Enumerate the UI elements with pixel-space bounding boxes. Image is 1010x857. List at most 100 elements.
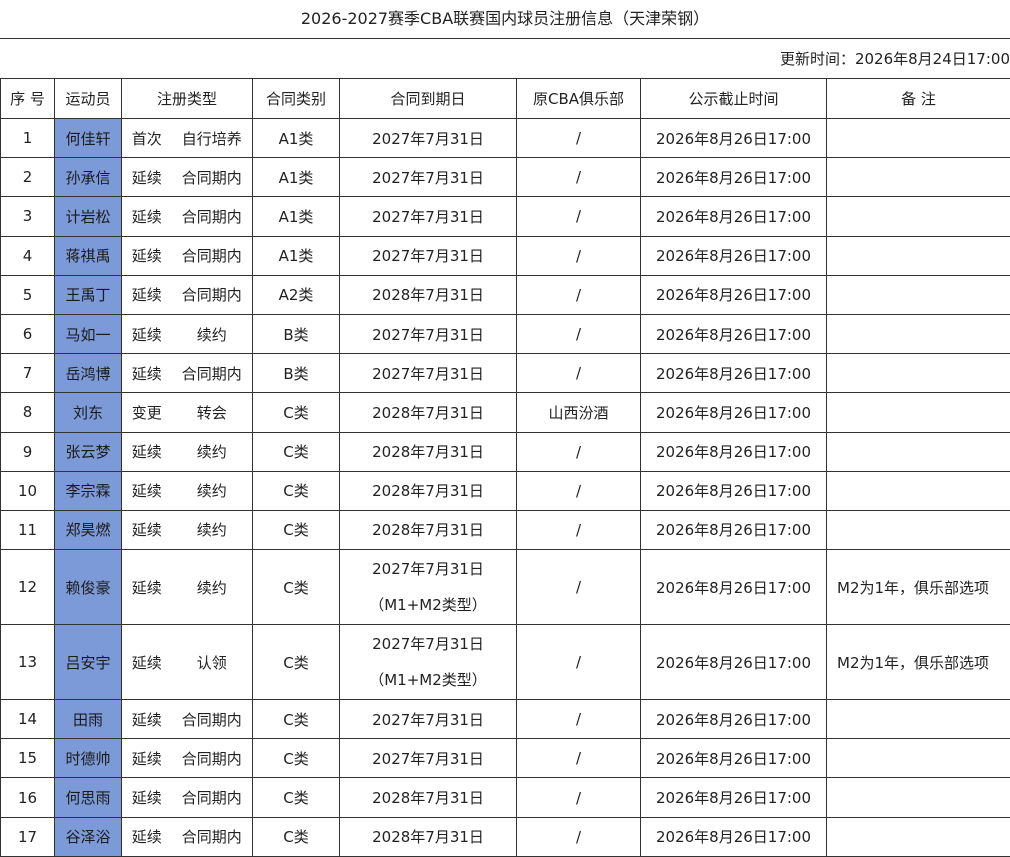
registration-subtype: 合同期内 (171, 274, 254, 315)
table-row: 6 马如一 延续 续约 B类 2027年7月31日/2026年8月26日17:00 (0, 313, 1010, 355)
contract-category: A2类 (252, 274, 341, 315)
contract-category: C类 (252, 431, 341, 472)
remark (826, 431, 1010, 472)
table-row: 9 张云梦 延续 续约 C类 2028年7月31日/2026年8月26日17:00 (0, 431, 1010, 472)
header-deadline: 公示截止时间 (640, 78, 828, 119)
remark (826, 117, 1010, 159)
header-athlete: 运动员 (54, 78, 122, 119)
remark (826, 777, 1010, 818)
remark (826, 816, 1010, 857)
original-club: / (516, 117, 642, 159)
athlete-name: 吕安宇 (54, 624, 122, 701)
publicity-deadline: 2026年8月26日17:00 (640, 196, 828, 237)
publicity-deadline: 2026年8月26日17:00 (640, 470, 828, 511)
table-row: 12 赖俊豪 延续 续约 C类 2027年7月31日 （M1+M2类型） /2026年8月26… (0, 549, 1010, 626)
original-club: 山西汾酒 (516, 392, 642, 433)
row-number: 11 (0, 509, 55, 551)
publicity-deadline: 2026年8月26日17:00 (640, 235, 828, 276)
registration-type: 延续 (121, 509, 172, 551)
row-number: 17 (0, 816, 55, 857)
publicity-deadline: 2026年8月26日17:00 (640, 699, 828, 740)
remark (826, 699, 1010, 740)
contract-expiry: 2027年7月31日 (339, 157, 518, 198)
contract-expiry: 2028年7月31日 (339, 392, 518, 433)
header-original-club: 原CBA俱乐部 (516, 78, 642, 119)
row-number: 1 (0, 117, 55, 159)
registration-type: 延续 (121, 777, 172, 818)
row-number: 4 (0, 235, 55, 276)
publicity-deadline: 2026年8月26日17:00 (640, 549, 828, 626)
row-number: 10 (0, 470, 55, 511)
contract-expiry: 2027年7月31日 (339, 353, 518, 394)
athlete-name: 王禹丁 (54, 274, 122, 315)
athlete-name: 何佳轩 (54, 117, 122, 159)
remark (826, 392, 1010, 433)
athlete-name: 计岩松 (54, 196, 122, 237)
contract-expiry-date: 2027年7月31日 (372, 635, 484, 654)
registration-subtype: 认领 (171, 624, 254, 701)
row-number: 13 (0, 624, 55, 701)
registration-type: 变更 (121, 392, 172, 433)
registration-subtype: 合同期内 (171, 235, 254, 276)
registration-subtype: 合同期内 (171, 196, 254, 237)
row-number: 8 (0, 392, 55, 433)
publicity-deadline: 2026年8月26日17:00 (640, 624, 828, 701)
header-remark: 备 注 (826, 78, 1010, 119)
remark: M2为1年，俱乐部选项 (826, 624, 1010, 701)
remark (826, 470, 1010, 511)
original-club: / (516, 313, 642, 355)
contract-category: C类 (252, 470, 341, 511)
athlete-name: 马如一 (54, 313, 122, 355)
athlete-name: 田雨 (54, 699, 122, 740)
row-number: 6 (0, 313, 55, 355)
original-club: / (516, 431, 642, 472)
contract-category: C类 (252, 392, 341, 433)
header-expiry: 合同到期日 (339, 78, 518, 119)
athlete-name: 时德帅 (54, 738, 122, 779)
athlete-name: 何思雨 (54, 777, 122, 818)
athlete-name: 赖俊豪 (54, 549, 122, 626)
registration-subtype: 合同期内 (171, 353, 254, 394)
registration-type: 延续 (121, 624, 172, 701)
registration-subtype: 合同期内 (171, 699, 254, 740)
original-club: / (516, 699, 642, 740)
original-club: / (516, 509, 642, 551)
remark (826, 196, 1010, 237)
registration-type: 延续 (121, 738, 172, 779)
contract-expiry: 2027年7月31日 （M1+M2类型） (339, 624, 518, 701)
contract-category: A1类 (252, 117, 341, 159)
original-club: / (516, 738, 642, 779)
table-row: 5 王禹丁 延续 合同期内 A2类 2028年7月31日/2026年8月26日17:00 (0, 274, 1010, 315)
contract-expiry: 2027年7月31日 （M1+M2类型） (339, 549, 518, 626)
page-title: 2026-2027赛季CBA联赛国内球员注册信息（天津荣钢） (300, 9, 710, 28)
table-row: 8 刘东 变更 转会 C类 2028年7月31日 山西汾酒 2026年8月26日17:00 (0, 392, 1010, 433)
registration-type: 延续 (121, 196, 172, 237)
athlete-name: 蒋祺禹 (54, 235, 122, 276)
athlete-name: 李宗霖 (54, 470, 122, 511)
row-number: 14 (0, 699, 55, 740)
contract-category: B类 (252, 353, 341, 394)
remark (826, 353, 1010, 394)
row-number: 15 (0, 738, 55, 779)
row-number: 9 (0, 431, 55, 472)
contract-expiry: 2028年7月31日 (339, 777, 518, 818)
registration-type: 延续 (121, 235, 172, 276)
registration-type: 延续 (121, 549, 172, 626)
contract-expiry: 2027年7月31日 (339, 117, 518, 159)
table-row: 13 吕安宇 延续 认领 C类 2027年7月31日 （M1+M2类型） /2026年8月26… (0, 624, 1010, 701)
contract-expiry: 2027年7月31日 (339, 313, 518, 355)
row-number: 7 (0, 353, 55, 394)
contract-expiry: 2028年7月31日 (339, 509, 518, 551)
athlete-name: 刘东 (54, 392, 122, 433)
registration-subtype: 续约 (171, 509, 254, 551)
registration-subtype: 续约 (171, 549, 254, 626)
table-header-row: 序 号 运动员 注册类型 合同类别 合同到期日 原CBA俱乐部 公示截止时间 备… (0, 78, 1010, 119)
registration-type: 延续 (121, 699, 172, 740)
remark (826, 157, 1010, 198)
athlete-name: 岳鸿博 (54, 353, 122, 394)
row-number: 2 (0, 157, 55, 198)
contract-expiry: 2027年7月31日 (339, 699, 518, 740)
row-number: 16 (0, 777, 55, 818)
table-row: 17 谷泽浴 延续 合同期内 C类 2028年7月31日/2026年8月26日17:00 (0, 816, 1010, 857)
remark: M2为1年，俱乐部选项 (826, 549, 1010, 626)
